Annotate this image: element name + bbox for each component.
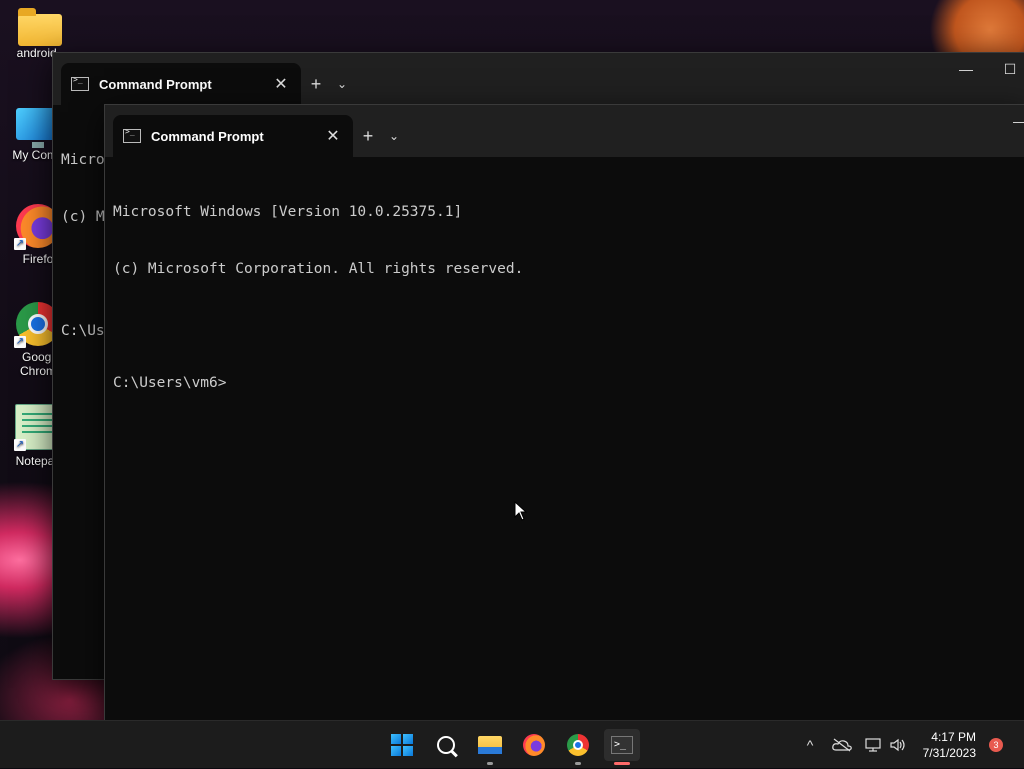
- show-hidden-icons-chevron-icon[interactable]: ^: [798, 737, 822, 753]
- system-tray: ^: [798, 721, 910, 769]
- clock-date: 7/31/2023: [922, 746, 976, 760]
- command-prompt-window-front[interactable]: Command Prompt ✕ + ⌄ — Microsoft Windows…: [104, 104, 1024, 722]
- tab-title: Command Prompt: [99, 76, 212, 92]
- new-tab-button[interactable]: +: [353, 121, 383, 151]
- file-explorer-icon: [478, 736, 502, 754]
- taskbar-file-explorer[interactable]: [472, 729, 508, 765]
- network-icon[interactable]: [862, 738, 886, 752]
- notification-badge[interactable]: 3: [989, 738, 1003, 752]
- shortcut-arrow-icon: ↗: [14, 238, 26, 250]
- tab-command-prompt[interactable]: Command Prompt ✕: [61, 63, 301, 105]
- folder-icon: [18, 8, 62, 46]
- search-button[interactable]: [428, 729, 464, 761]
- shortcut-arrow-icon: ↗: [14, 439, 26, 451]
- command-prompt-icon: [71, 75, 89, 91]
- console-line: (c) Microsoft Corporation. All rights re…: [113, 261, 524, 277]
- taskbar-firefox[interactable]: [516, 729, 552, 761]
- taskbar: >_ ^ 4:17 PM 7/31/2023 3: [0, 720, 1024, 768]
- console-output[interactable]: Microsoft Windows [Version 10.0.25375.1]…: [105, 157, 1024, 439]
- tab-close-icon[interactable]: ✕: [271, 74, 291, 94]
- tab-close-icon[interactable]: ✕: [323, 126, 343, 146]
- active-indicator: [614, 762, 630, 765]
- taskbar-terminal[interactable]: >_: [604, 729, 640, 765]
- mouse-cursor-icon: [514, 501, 528, 521]
- volume-icon[interactable]: [886, 738, 910, 752]
- tab-command-prompt[interactable]: Command Prompt ✕: [113, 115, 353, 157]
- maximize-button[interactable]: ☐: [987, 61, 1024, 78]
- console-line: Microsoft Windows [Version 10.0.25375.1]: [113, 204, 463, 220]
- tab-dropdown-icon[interactable]: ⌄: [331, 69, 353, 99]
- terminal-icon: >_: [611, 736, 633, 754]
- shortcut-arrow-icon: ↗: [14, 336, 26, 348]
- start-icon: [391, 734, 413, 756]
- console-prompt-line: C:\Users\vm6>: [113, 375, 227, 391]
- window-titlebar[interactable]: Command Prompt ✕ + ⌄ — ☐: [53, 53, 1024, 105]
- clock[interactable]: 4:17 PM 7/31/2023: [923, 729, 976, 761]
- taskbar-chrome[interactable]: [560, 729, 596, 765]
- new-tab-button[interactable]: +: [301, 69, 331, 99]
- running-indicator: [575, 762, 581, 765]
- minimize-button[interactable]: —: [997, 113, 1024, 129]
- window-titlebar[interactable]: Command Prompt ✕ + ⌄ —: [105, 105, 1024, 157]
- search-icon: [437, 736, 455, 754]
- tab-dropdown-icon[interactable]: ⌄: [383, 121, 405, 151]
- command-prompt-icon: [123, 127, 141, 143]
- chrome-icon: [567, 734, 589, 756]
- running-indicator: [487, 762, 493, 765]
- clock-time: 4:17 PM: [931, 730, 976, 744]
- start-button[interactable]: [384, 729, 420, 761]
- firefox-icon: [523, 734, 545, 756]
- minimize-button[interactable]: —: [943, 61, 989, 77]
- tab-title: Command Prompt: [151, 128, 264, 144]
- onedrive-offline-icon[interactable]: [830, 738, 854, 752]
